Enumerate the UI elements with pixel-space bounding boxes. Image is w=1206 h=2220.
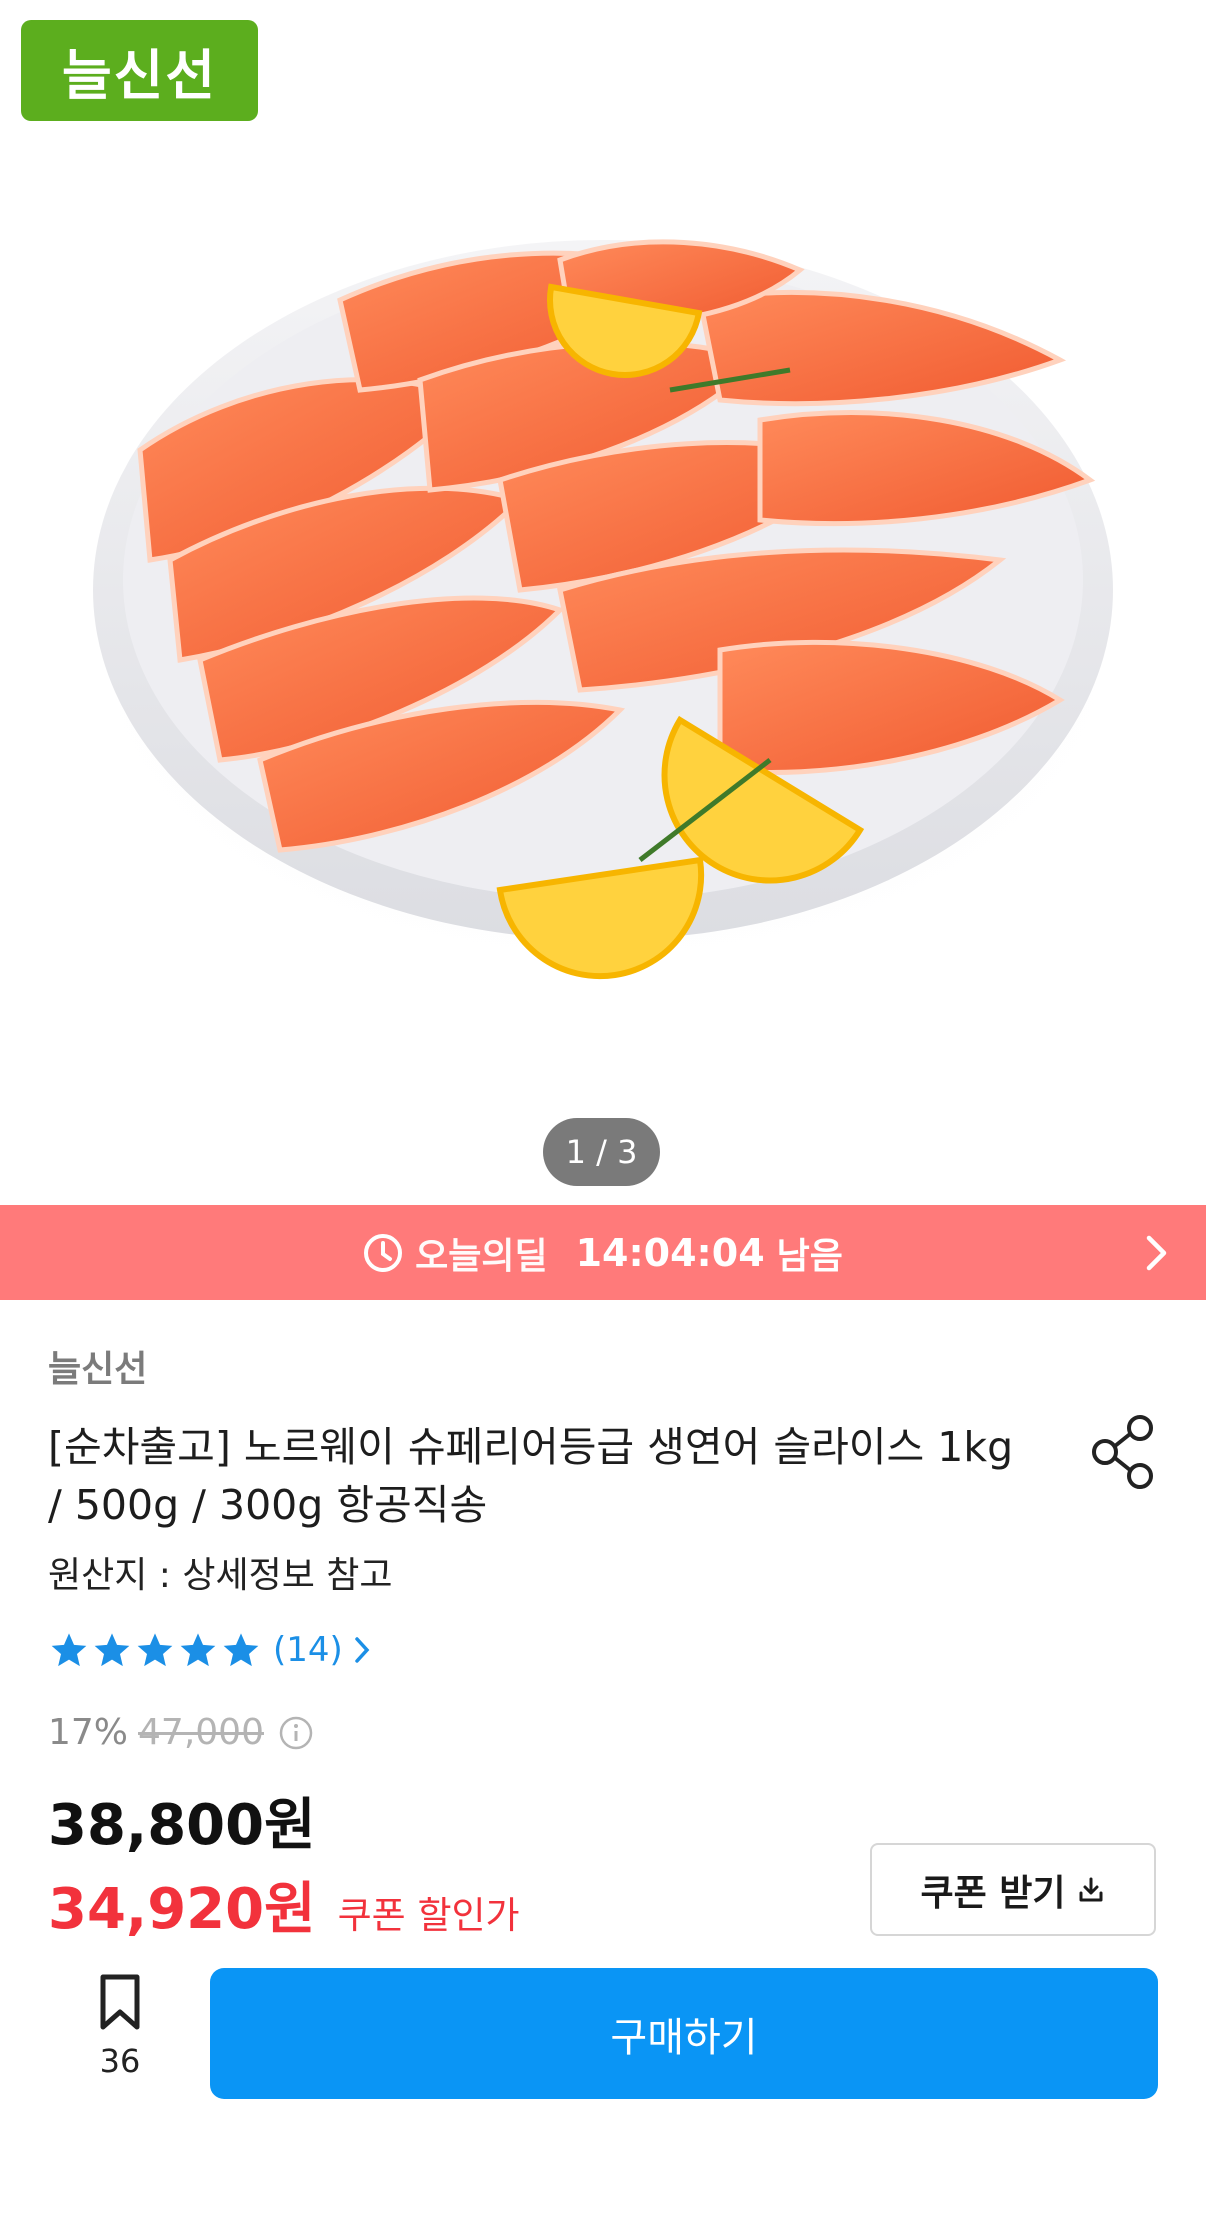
bookmark-button[interactable]: 36: [70, 1972, 170, 2092]
brand-badge: 늘신선: [21, 20, 258, 121]
seller-name[interactable]: 늘신선: [48, 1340, 147, 1392]
star-icon: [180, 1633, 216, 1667]
image-page-counter: 1 / 3: [543, 1118, 660, 1186]
origin-info: 원산지 : 상세정보 참고: [48, 1555, 393, 1596]
get-coupon-label: 쿠폰 받기: [920, 1872, 1066, 1914]
discount-row: 17% 47,000: [48, 1712, 314, 1753]
info-icon[interactable]: [278, 1715, 314, 1751]
coupon-price-row: 34,920원 쿠폰 할인가: [48, 1864, 520, 1945]
buy-button[interactable]: 구매하기: [210, 1968, 1158, 2099]
coupon-price-label: 쿠폰 할인가: [337, 1894, 520, 1937]
star-icon: [137, 1633, 173, 1667]
star-icon: [223, 1633, 259, 1667]
sale-price: 38,800원: [48, 1793, 316, 1858]
bookmark-count: 36: [99, 2042, 141, 2080]
rating-summary[interactable]: (14): [48, 1630, 371, 1670]
deal-remaining-suffix: 남음: [776, 1235, 843, 1277]
chevron-right-icon: [355, 1637, 370, 1663]
deal-countdown: 14:04:04: [575, 1230, 765, 1275]
download-icon: [1079, 1877, 1102, 1901]
get-coupon-button[interactable]: 쿠폰 받기: [870, 1843, 1156, 1936]
star-rating: [48, 1630, 263, 1670]
review-count[interactable]: (14): [273, 1630, 343, 1670]
discount-rate: 17%: [48, 1712, 129, 1753]
star-icon: [94, 1633, 130, 1667]
original-price: 47,000: [138, 1712, 264, 1753]
product-detail-page: 늘신선 1 / 3 오늘의딜 14:04:04 남음 늘신선 [순차출고] 노르…: [0, 0, 1206, 2220]
deal-label: 오늘의딜: [415, 1235, 548, 1277]
clock-icon: [364, 1233, 403, 1272]
todays-deal-banner[interactable]: 오늘의딜 14:04:04 남음: [0, 1205, 1206, 1300]
product-title: [순차출고] 노르웨이 슈페리어등급 생연어 슬라이스 1kg / 500g /…: [48, 1423, 1014, 1529]
chevron-right-icon: [1146, 1235, 1167, 1271]
star-icon: [51, 1633, 87, 1667]
salmon-platter-image: [65, 239, 1145, 980]
bookmark-icon: [100, 1974, 140, 2030]
coupon-price: 34,920원: [48, 1877, 316, 1942]
share-icon[interactable]: [1088, 1412, 1160, 1492]
product-image-carousel[interactable]: 늘신선 1 / 3: [0, 0, 1206, 1206]
